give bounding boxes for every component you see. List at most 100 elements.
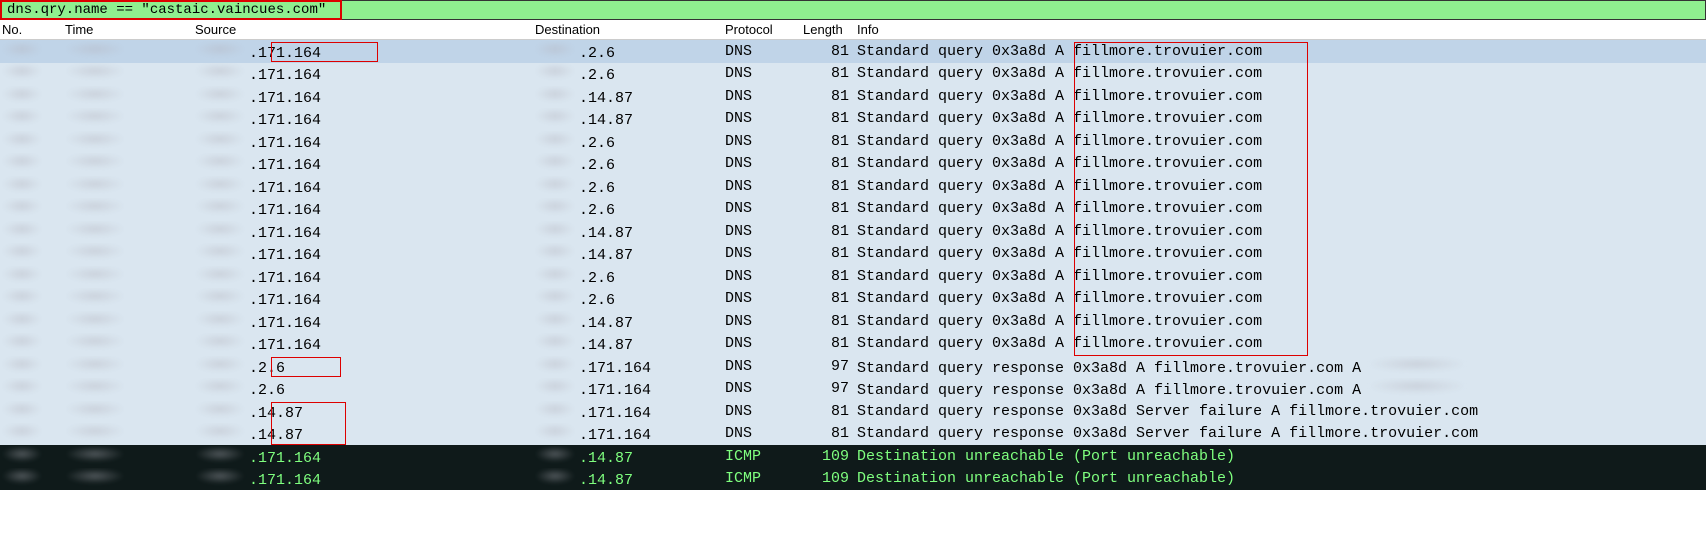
cell-destination: .14.87	[535, 243, 725, 264]
cell-time	[65, 221, 195, 242]
table-row[interactable]: .14.87.171.164DNS81Standard query respon…	[0, 423, 1706, 446]
table-row[interactable]: .171.164.14.87DNS81Standard query 0x3a8d…	[0, 108, 1706, 131]
cell-protocol: DNS	[725, 290, 803, 307]
cell-info: Destination unreachable (Port unreachabl…	[857, 448, 1706, 465]
table-row[interactable]: .14.87.171.164DNS81Standard query respon…	[0, 400, 1706, 423]
cell-no	[0, 198, 65, 219]
cell-info: Standard query response 0x3a8d Server fa…	[857, 403, 1706, 420]
cell-length: 81	[803, 223, 857, 240]
cell-protocol: DNS	[725, 43, 803, 60]
cell-source: .171.164	[195, 131, 535, 152]
cell-time	[65, 401, 195, 422]
cell-time	[65, 446, 195, 467]
cell-time	[65, 41, 195, 62]
cell-destination: .14.87	[535, 333, 725, 354]
cell-info: Standard query 0x3a8d A fillmore.trovuie…	[857, 133, 1706, 150]
cell-source: .171.164	[195, 63, 535, 84]
packet-list-header: No. Time Source Destination Protocol Len…	[0, 20, 1706, 40]
cell-source: .14.87	[195, 423, 535, 444]
cell-info: Standard query 0x3a8d A fillmore.trovuie…	[857, 335, 1706, 352]
cell-destination: .171.164	[535, 356, 725, 377]
cell-length: 81	[803, 425, 857, 442]
table-row[interactable]: .171.164.2.6DNS81Standard query 0x3a8d A…	[0, 40, 1706, 63]
cell-protocol: DNS	[725, 110, 803, 127]
cell-protocol: DNS	[725, 155, 803, 172]
cell-length: 81	[803, 313, 857, 330]
cell-time	[65, 311, 195, 332]
col-header-time[interactable]: Time	[65, 22, 195, 37]
cell-info: Standard query 0x3a8d A fillmore.trovuie…	[857, 268, 1706, 285]
cell-destination: .14.87	[535, 221, 725, 242]
table-row[interactable]: .171.164.14.87DNS81Standard query 0x3a8d…	[0, 243, 1706, 266]
cell-protocol: DNS	[725, 313, 803, 330]
cell-source: .171.164	[195, 333, 535, 354]
cell-info: Standard query response 0x3a8d A fillmor…	[857, 356, 1706, 377]
cell-time	[65, 131, 195, 152]
table-row[interactable]: .171.164.14.87DNS81Standard query 0x3a8d…	[0, 85, 1706, 108]
cell-no	[0, 131, 65, 152]
table-row[interactable]: .2.6.171.164DNS97Standard query response…	[0, 378, 1706, 401]
cell-destination: .14.87	[535, 86, 725, 107]
cell-info: Standard query 0x3a8d A fillmore.trovuie…	[857, 178, 1706, 195]
cell-time	[65, 153, 195, 174]
cell-time	[65, 356, 195, 377]
cell-no	[0, 333, 65, 354]
cell-source: .171.164	[195, 198, 535, 219]
cell-time	[65, 243, 195, 264]
cell-destination: .2.6	[535, 176, 725, 197]
display-filter-input[interactable]	[7, 2, 1699, 18]
cell-length: 81	[803, 110, 857, 127]
cell-source: .171.164	[195, 288, 535, 309]
cell-source: .171.164	[195, 108, 535, 129]
cell-time	[65, 288, 195, 309]
table-row[interactable]: .171.164.2.6DNS81Standard query 0x3a8d A…	[0, 175, 1706, 198]
cell-no	[0, 63, 65, 84]
table-row[interactable]: .171.164.2.6DNS81Standard query 0x3a8d A…	[0, 130, 1706, 153]
cell-length: 81	[803, 65, 857, 82]
cell-source: .171.164	[195, 243, 535, 264]
cell-info: Standard query 0x3a8d A fillmore.trovuie…	[857, 88, 1706, 105]
col-header-info[interactable]: Info	[857, 22, 1706, 37]
cell-length: 81	[803, 268, 857, 285]
col-header-source[interactable]: Source	[195, 22, 535, 37]
col-header-no[interactable]: No.	[0, 22, 65, 37]
cell-length: 97	[803, 380, 857, 397]
cell-protocol: DNS	[725, 358, 803, 375]
cell-destination: .14.87	[535, 108, 725, 129]
cell-no	[0, 311, 65, 332]
cell-protocol: DNS	[725, 335, 803, 352]
cell-protocol: DNS	[725, 425, 803, 442]
cell-destination: .171.164	[535, 378, 725, 399]
cell-no	[0, 108, 65, 129]
cell-destination: .2.6	[535, 198, 725, 219]
cell-protocol: ICMP	[725, 470, 803, 487]
col-header-length[interactable]: Length	[803, 22, 857, 37]
table-row[interactable]: .171.164.14.87DNS81Standard query 0x3a8d…	[0, 310, 1706, 333]
table-row[interactable]: .171.164.14.87ICMP109Destination unreach…	[0, 468, 1706, 491]
cell-source: .171.164	[195, 86, 535, 107]
cell-protocol: DNS	[725, 65, 803, 82]
cell-source: .171.164	[195, 221, 535, 242]
table-row[interactable]: .2.6.171.164DNS97Standard query response…	[0, 355, 1706, 378]
cell-length: 81	[803, 178, 857, 195]
cell-info: Standard query response 0x3a8d Server fa…	[857, 425, 1706, 442]
packet-list[interactable]: .171.164.2.6DNS81Standard query 0x3a8d A…	[0, 40, 1706, 490]
display-filter-bar[interactable]	[0, 0, 1706, 20]
cell-source: .2.6	[195, 356, 535, 377]
cell-length: 97	[803, 358, 857, 375]
col-header-destination[interactable]: Destination	[535, 22, 725, 37]
table-row[interactable]: .171.164.2.6DNS81Standard query 0x3a8d A…	[0, 198, 1706, 221]
col-header-protocol[interactable]: Protocol	[725, 22, 803, 37]
table-row[interactable]: .171.164.14.87DNS81Standard query 0x3a8d…	[0, 333, 1706, 356]
table-row[interactable]: .171.164.14.87ICMP109Destination unreach…	[0, 445, 1706, 468]
table-row[interactable]: .171.164.2.6DNS81Standard query 0x3a8d A…	[0, 153, 1706, 176]
cell-time	[65, 266, 195, 287]
cell-info: Destination unreachable (Port unreachabl…	[857, 470, 1706, 487]
cell-protocol: DNS	[725, 223, 803, 240]
cell-time	[65, 378, 195, 399]
table-row[interactable]: .171.164.2.6DNS81Standard query 0x3a8d A…	[0, 63, 1706, 86]
table-row[interactable]: .171.164.2.6DNS81Standard query 0x3a8d A…	[0, 265, 1706, 288]
table-row[interactable]: .171.164.2.6DNS81Standard query 0x3a8d A…	[0, 288, 1706, 311]
table-row[interactable]: .171.164.14.87DNS81Standard query 0x3a8d…	[0, 220, 1706, 243]
cell-time	[65, 86, 195, 107]
